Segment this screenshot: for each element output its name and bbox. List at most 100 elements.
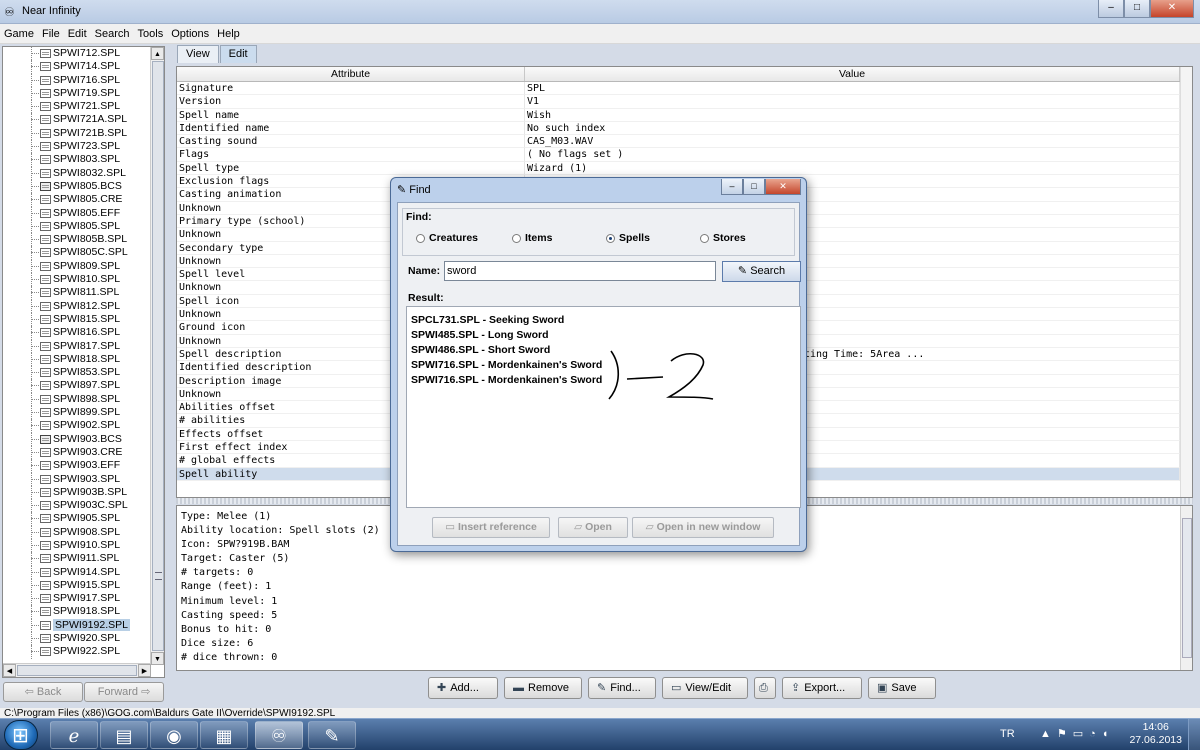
- value-cell[interactable]: SPL: [525, 82, 1180, 96]
- menu-edit[interactable]: Edit: [68, 28, 87, 40]
- print-button[interactable]: ⎙: [754, 677, 776, 699]
- scroll-up-arrow-icon[interactable]: ▲: [151, 47, 164, 60]
- horizontal-scroll-thumb[interactable]: [17, 665, 137, 676]
- tree-item[interactable]: SPWI910.SPL: [3, 538, 164, 553]
- menu-help[interactable]: Help: [217, 28, 240, 40]
- tree-item[interactable]: SPWI922.SPL: [3, 645, 164, 659]
- tree-item[interactable]: SPWI817.SPL: [3, 339, 164, 353]
- tree-item[interactable]: SPWI902.SPL: [3, 419, 164, 433]
- value-cell[interactable]: V1: [525, 95, 1180, 109]
- details-scroll-thumb[interactable]: [1182, 518, 1192, 658]
- find-close-button[interactable]: ✕: [765, 179, 801, 195]
- table-row[interactable]: Identified name No such index: [177, 121, 1192, 136]
- table-row[interactable]: Spell name Wish: [177, 108, 1192, 122]
- result-item[interactable]: SPWI716.SPL - Mordenkainen's Sword: [411, 358, 796, 373]
- search-button[interactable]: ✎ Search: [722, 261, 801, 282]
- tree-item[interactable]: SPWI714.SPL: [3, 60, 164, 74]
- minimize-button[interactable]: –: [1098, 0, 1124, 18]
- tree-item[interactable]: SPWI810.SPL: [3, 273, 164, 287]
- radio-items[interactable]: Items: [512, 232, 552, 244]
- language-indicator[interactable]: TR: [1000, 728, 1015, 740]
- tree-item[interactable]: SPWI803.SPL: [3, 153, 164, 167]
- tree-item[interactable]: SPWI8032.SPL: [3, 166, 164, 180]
- table-row[interactable]: Spell type Wizard (1): [177, 161, 1192, 176]
- tree-item[interactable]: SPWI918.SPL: [3, 605, 164, 619]
- tree-item[interactable]: SPWI917.SPL: [3, 592, 164, 606]
- back-button[interactable]: ⇦ Back: [3, 682, 83, 702]
- tree-item[interactable]: SPWI903.BCS: [3, 432, 164, 446]
- terminal-icon[interactable]: ▦: [200, 721, 248, 749]
- maximize-button[interactable]: □: [1124, 0, 1150, 18]
- forward-button[interactable]: Forward ⇨: [84, 682, 164, 702]
- tree-item[interactable]: SPWI811.SPL: [3, 286, 164, 300]
- table-row[interactable]: Signature SPL: [177, 82, 1192, 96]
- resource-tree[interactable]: SPWI712.SPL SPWI714.SPL SPWI716.SPL SPWI719…: [2, 46, 165, 678]
- save-button[interactable]: ▣ Save: [868, 677, 936, 699]
- menu-options[interactable]: Options: [171, 28, 209, 40]
- view-edit-button[interactable]: ▭ View/Edit: [662, 677, 748, 699]
- tree-item[interactable]: SPWI903.EFF: [3, 459, 164, 473]
- menu-game[interactable]: Game: [4, 28, 34, 40]
- tree-item[interactable]: SPWI903B.SPL: [3, 485, 164, 500]
- tree-item[interactable]: SPWI897.SPL: [3, 379, 164, 393]
- tree-item[interactable]: SPWI899.SPL: [3, 406, 164, 420]
- tree-item[interactable]: SPWI853.SPL: [3, 366, 164, 380]
- value-cell[interactable]: CAS_M03.WAV: [525, 135, 1180, 149]
- result-item[interactable]: SPWI485.SPL - Long Sword: [411, 328, 796, 343]
- tree-horizontal-scrollbar[interactable]: ◀ ▶: [3, 663, 151, 677]
- tree-item[interactable]: SPWI903.CRE: [3, 445, 164, 460]
- file-explorer-icon[interactable]: ▤: [100, 721, 148, 749]
- results-list[interactable]: SPCL731.SPL - Seeking Sword SPWI485.SPL …: [406, 306, 801, 508]
- result-item[interactable]: SPWI486.SPL - Short Sword: [411, 343, 796, 358]
- column-header-value[interactable]: Value: [525, 67, 1180, 81]
- scroll-left-arrow-icon[interactable]: ◀: [3, 664, 16, 677]
- value-cell[interactable]: Wish: [525, 108, 1180, 122]
- open-new-window-button[interactable]: ▱ Open in new window: [632, 517, 774, 538]
- tree-item[interactable]: SPWI915.SPL: [3, 578, 164, 593]
- result-item[interactable]: SPCL731.SPL - Seeking Sword: [411, 313, 796, 328]
- tree-item[interactable]: SPWI721A.SPL: [3, 113, 164, 127]
- start-button[interactable]: [4, 720, 38, 750]
- tree-item[interactable]: SPWI812.SPL: [3, 299, 164, 313]
- tree-item[interactable]: SPWI903C.SPL: [3, 499, 164, 513]
- find-maximize-button[interactable]: □: [743, 179, 765, 195]
- menu-search[interactable]: Search: [95, 28, 130, 40]
- result-item[interactable]: SPWI716.SPL - Mordenkainen's Sword: [411, 373, 796, 388]
- column-header-attribute[interactable]: Attribute: [177, 67, 525, 81]
- tree-item[interactable]: SPWI805.SPL: [3, 219, 164, 234]
- remove-button[interactable]: ▬ Remove: [504, 677, 582, 699]
- scroll-thumb[interactable]: [152, 61, 164, 651]
- details-scrollbar[interactable]: [1180, 506, 1192, 670]
- value-cell[interactable]: ( No flags set ): [525, 148, 1180, 162]
- scroll-right-arrow-icon[interactable]: ▶: [138, 664, 151, 677]
- internet-explorer-icon[interactable]: ℯ: [50, 721, 98, 749]
- paint-icon[interactable]: ✎: [308, 721, 356, 749]
- tree-item[interactable]: SPWI712.SPL: [3, 47, 164, 61]
- tree-item[interactable]: SPWI911.SPL: [3, 552, 164, 566]
- radio-spells[interactable]: Spells: [606, 232, 650, 244]
- table-row[interactable]: Version V1: [177, 95, 1192, 109]
- near-infinity-taskbar-icon[interactable]: ♾: [255, 721, 303, 749]
- tree-item[interactable]: SPWI920.SPL: [3, 632, 164, 646]
- tree-item[interactable]: SPWI914.SPL: [3, 565, 164, 579]
- clock[interactable]: 14:06 27.06.2013: [1129, 721, 1182, 747]
- add-button[interactable]: ✚ Add...: [428, 677, 498, 699]
- table-scrollbar[interactable]: [1180, 67, 1192, 497]
- insert-reference-button[interactable]: ▭ Insert reference: [432, 517, 550, 538]
- radio-stores[interactable]: Stores: [700, 232, 746, 244]
- export-button[interactable]: ⇪ Export...: [782, 677, 862, 699]
- tree-item[interactable]: SPWI805C.SPL: [3, 246, 164, 260]
- tree-item[interactable]: SPWI805B.SPL: [3, 233, 164, 247]
- tree-item[interactable]: SPWI816.SPL: [3, 326, 164, 340]
- tree-item[interactable]: SPWI805.EFF: [3, 206, 164, 220]
- radio-creatures[interactable]: Creatures: [416, 232, 478, 244]
- tree-item[interactable]: SPWI805.CRE: [3, 193, 164, 207]
- tab-edit[interactable]: Edit: [219, 45, 257, 63]
- tree-item[interactable]: SPWI716.SPL: [3, 73, 164, 87]
- tree-item[interactable]: SPWI723.SPL: [3, 140, 164, 154]
- tree-item[interactable]: SPWI721B.SPL: [3, 126, 164, 141]
- menu-tools[interactable]: Tools: [138, 28, 164, 40]
- tab-view[interactable]: View: [177, 45, 219, 63]
- tree-item[interactable]: SPWI815.SPL: [3, 312, 164, 327]
- menu-file[interactable]: File: [42, 28, 60, 40]
